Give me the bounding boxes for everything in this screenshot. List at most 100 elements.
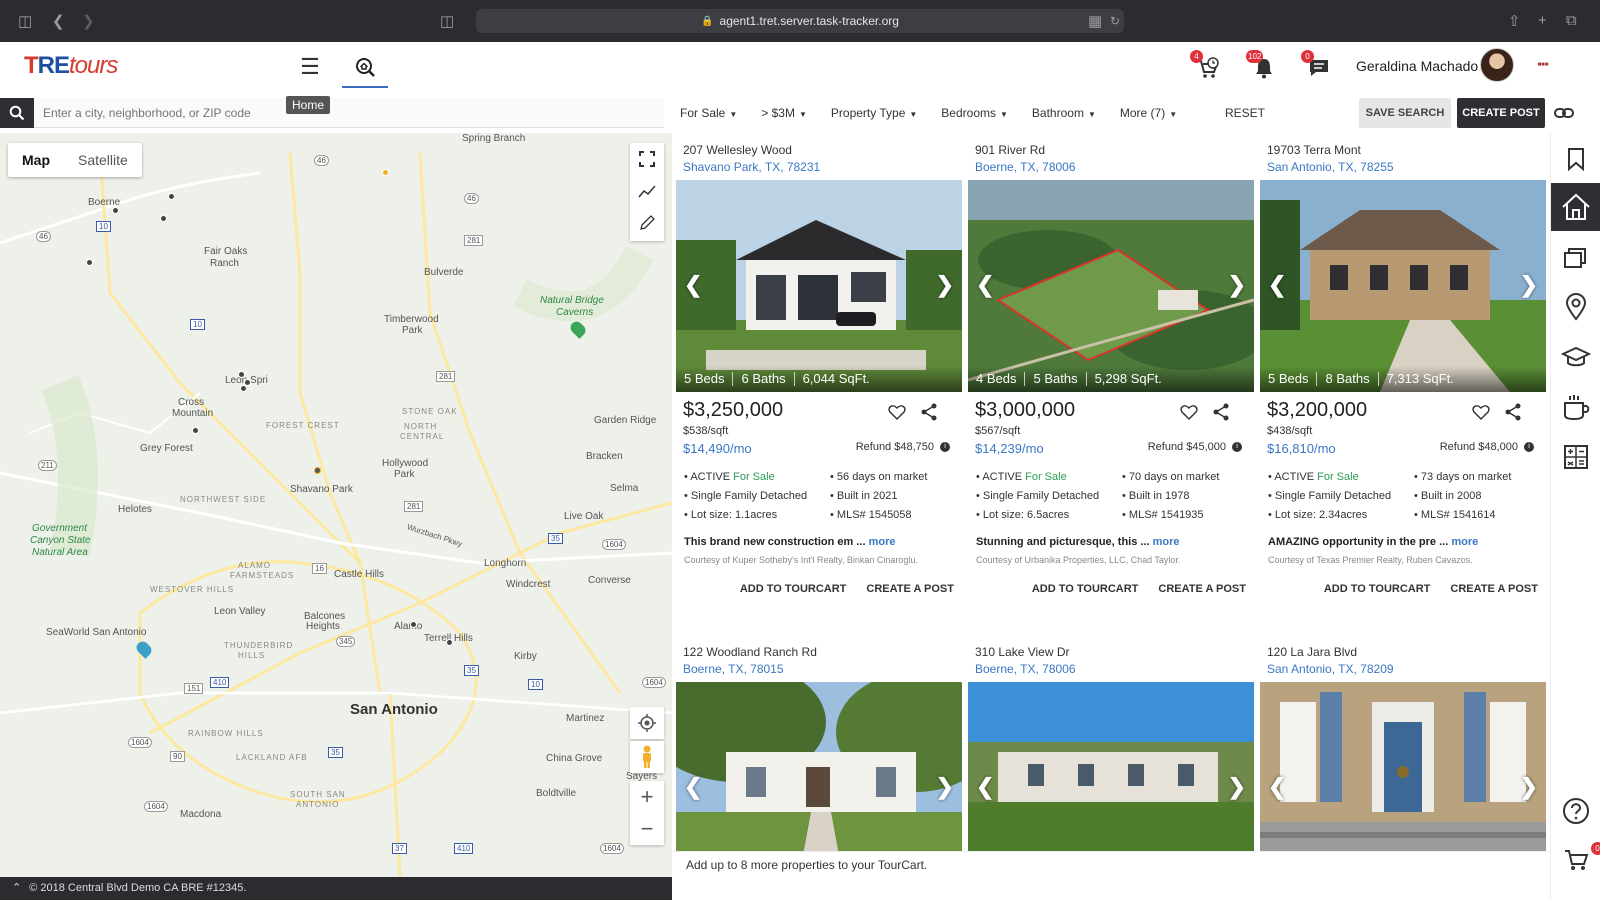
listing-address[interactable]: 207 Wellesley Wood: [683, 143, 962, 157]
listing-card[interactable]: 207 Wellesley Wood Shavano Park, TX, 782…: [676, 143, 962, 595]
create-post-button[interactable]: CREATE POST: [1457, 98, 1545, 128]
bathroom-filter[interactable]: Bathroom ▼: [1032, 106, 1096, 120]
my-location-button[interactable]: [630, 707, 664, 739]
zoom-in-button[interactable]: +: [641, 781, 654, 813]
listing-card[interactable]: 120 La Jara Blvd San Antonio, TX, 78209 …: [1260, 645, 1546, 851]
property-pin[interactable]: [86, 259, 93, 266]
property-pin[interactable]: [160, 215, 167, 222]
listing-address[interactable]: 901 River Rd: [975, 143, 1254, 157]
heart-icon[interactable]: [888, 403, 906, 421]
forward-icon[interactable]: ❯: [82, 12, 95, 30]
share-icon[interactable]: [1504, 403, 1522, 421]
sidebar-item-calculator[interactable]: [1551, 433, 1600, 481]
fullscreen-button[interactable]: [630, 143, 664, 175]
listing-address[interactable]: 120 La Jara Blvd: [1267, 645, 1546, 659]
sidebar-item-location[interactable]: [1551, 283, 1600, 331]
reset-button[interactable]: RESET: [1225, 106, 1265, 120]
listing-photo[interactable]: ❮ ❯: [1260, 682, 1546, 851]
tretours-logo[interactable]: TREtours: [24, 52, 118, 80]
listing-card[interactable]: 310 Lake View Dr Boerne, TX, 78006 ❮ ❯: [968, 645, 1254, 851]
reload-icon[interactable]: ↻: [1110, 14, 1120, 28]
sidebar-toggle-icon[interactable]: ◫: [18, 12, 32, 30]
photo-prev-icon[interactable]: ❮: [1268, 774, 1286, 800]
property-pin[interactable]: [446, 639, 453, 646]
shield-icon[interactable]: ◫: [440, 12, 454, 30]
listing-city[interactable]: San Antonio, TX, 78209: [1267, 662, 1546, 676]
help-button[interactable]: [1551, 787, 1600, 835]
sidebar-item-cafe[interactable]: [1551, 383, 1600, 431]
listing-monthly[interactable]: $16,810/mo: [1267, 441, 1336, 456]
sidebar-item-home[interactable]: [1551, 183, 1600, 231]
user-name[interactable]: Geraldina Machado: [1356, 58, 1478, 74]
info-icon[interactable]: i: [1232, 442, 1242, 453]
map-panel[interactable]: Map Satellite + − Spring Branch Boerne F…: [0, 133, 672, 877]
share-icon[interactable]: [1212, 403, 1230, 421]
save-search-button[interactable]: SAVE SEARCH: [1359, 98, 1451, 128]
sale-filter[interactable]: For Sale ▼: [680, 106, 737, 120]
new-tab-icon[interactable]: +: [1538, 12, 1547, 29]
street-view-button[interactable]: [630, 741, 664, 773]
listing-address[interactable]: 19703 Terra Mont: [1267, 143, 1546, 157]
property-pin[interactable]: [168, 193, 175, 200]
listing-card[interactable]: 122 Woodland Ranch Rd Boerne, TX, 78015 …: [676, 645, 962, 851]
map-toggle-map[interactable]: Map: [8, 143, 64, 177]
avatar[interactable]: [1480, 48, 1514, 82]
draw-line-button[interactable]: [630, 175, 664, 207]
sidebar-item-gallery[interactable]: [1551, 233, 1600, 281]
listing-city[interactable]: Shavano Park, TX, 78231: [683, 160, 962, 174]
back-icon[interactable]: ❮: [52, 12, 65, 30]
heart-icon[interactable]: [1472, 403, 1490, 421]
listing-card[interactable]: 901 River Rd Boerne, TX, 78006 ❮ ❯ 4 Bed…: [968, 143, 1254, 595]
listing-photo[interactable]: ❮ ❯ 5 Beds 6 Baths 6,044 SqFt.: [676, 180, 962, 392]
listing-city[interactable]: Boerne, TX, 78015: [683, 662, 962, 676]
search-home-button[interactable]: [342, 48, 388, 88]
listing-address[interactable]: 310 Lake View Dr: [975, 645, 1254, 659]
photo-next-icon[interactable]: ❯: [1520, 272, 1538, 298]
listing-photo[interactable]: ❮ ❯: [676, 682, 962, 851]
photo-next-icon[interactable]: ❯: [1228, 774, 1246, 800]
property-pin[interactable]: [112, 207, 119, 214]
tourcart-button[interactable]: 0: [1551, 837, 1600, 885]
create-a-post-button[interactable]: CREATE A POST: [1450, 583, 1538, 595]
translate-icon[interactable]: ▦: [1088, 12, 1102, 30]
photo-prev-icon[interactable]: ❮: [684, 774, 702, 800]
share-icon[interactable]: ⇧: [1508, 12, 1521, 30]
draw-pencil-button[interactable]: [630, 207, 664, 239]
heart-icon[interactable]: [1180, 403, 1198, 421]
listing-card[interactable]: 19703 Terra Mont San Antonio, TX, 78255 …: [1260, 143, 1546, 595]
add-to-tourcart-button[interactable]: ADD TO TOURCART: [740, 583, 847, 595]
listing-city[interactable]: Boerne, TX, 78006: [975, 662, 1254, 676]
search-button[interactable]: [0, 98, 34, 128]
share-icon[interactable]: [920, 403, 938, 421]
link-button[interactable]: [1554, 104, 1574, 122]
listing-photo[interactable]: ❮ ❯ 5 Beds 8 Baths 7,313 SqFt.: [1260, 180, 1546, 392]
photo-prev-icon[interactable]: ❮: [684, 272, 702, 298]
map-toggle-satellite[interactable]: Satellite: [64, 143, 142, 177]
listing-address[interactable]: 122 Woodland Ranch Rd: [683, 645, 962, 659]
property-pin[interactable]: [240, 385, 247, 392]
price-filter[interactable]: > $3M ▼: [761, 106, 807, 120]
listing-monthly[interactable]: $14,490/mo: [683, 441, 752, 456]
photo-next-icon[interactable]: ❯: [936, 272, 954, 298]
property-pin[interactable]: [192, 427, 199, 434]
create-a-post-button[interactable]: CREATE A POST: [866, 583, 954, 595]
photo-next-icon[interactable]: ❯: [936, 774, 954, 800]
more-link[interactable]: more: [1153, 536, 1180, 548]
search-input[interactable]: [34, 98, 664, 128]
sidebar-item-schools[interactable]: [1551, 333, 1600, 381]
photo-prev-icon[interactable]: ❮: [1268, 272, 1286, 298]
tabs-overview-icon[interactable]: ⧉: [1566, 12, 1577, 29]
add-to-tourcart-button[interactable]: ADD TO TOURCART: [1324, 583, 1431, 595]
property-type-filter[interactable]: Property Type ▼: [831, 106, 917, 120]
chevron-up-icon[interactable]: ⌃: [12, 882, 21, 894]
info-icon[interactable]: i: [940, 442, 950, 453]
sidebar-item-saved[interactable]: [1551, 135, 1600, 183]
address-bar[interactable]: 🔒 agent1.tret.server.task-tracker.org: [476, 9, 1124, 33]
notifications-button[interactable]: 102: [1246, 50, 1278, 82]
photo-prev-icon[interactable]: ❮: [976, 774, 994, 800]
zoom-out-button[interactable]: −: [641, 813, 654, 845]
listing-photo[interactable]: ❮ ❯ 4 Beds 5 Baths 5,298 SqFt.: [968, 180, 1254, 392]
property-pin[interactable]: [410, 621, 417, 628]
create-a-post-button[interactable]: CREATE A POST: [1158, 583, 1246, 595]
add-to-tourcart-button[interactable]: ADD TO TOURCART: [1032, 583, 1139, 595]
